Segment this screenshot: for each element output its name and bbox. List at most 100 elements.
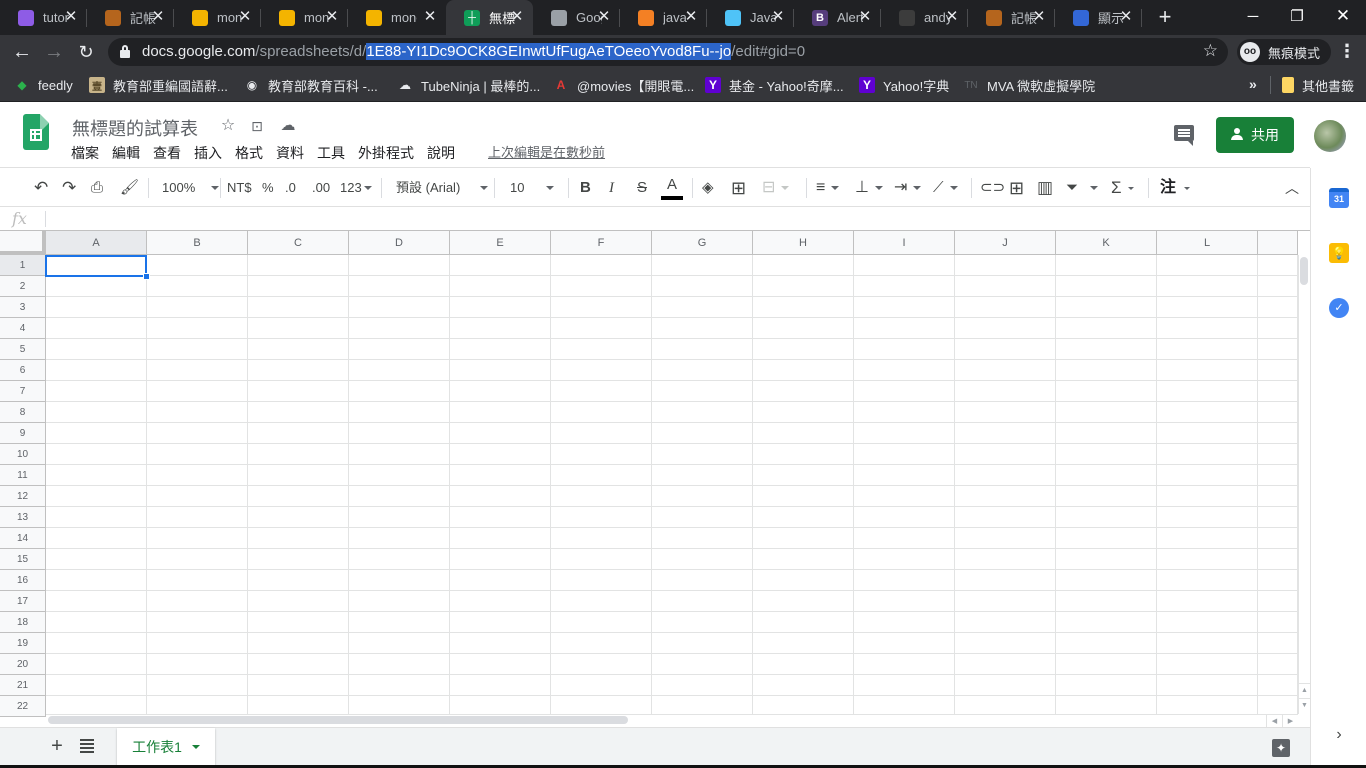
cell-L10[interactable] [1157,444,1258,465]
cell-filler[interactable] [1258,465,1298,486]
cell-H4[interactable] [753,318,854,339]
cell-C15[interactable] [248,549,349,570]
cell-I6[interactable] [854,360,955,381]
browser-tab[interactable]: 記帳 ✕ [968,0,1055,35]
cell-L21[interactable] [1157,675,1258,696]
cell-F10[interactable] [551,444,652,465]
cell-K16[interactable] [1056,570,1157,591]
cell-D7[interactable] [349,381,450,402]
cell-K9[interactable] [1056,423,1157,444]
scroll-up-arrow[interactable]: ▲ [1298,683,1310,697]
font-size-select[interactable]: 10 [510,178,555,198]
insert-chart-icon[interactable]: ▥ [1037,178,1053,198]
borders-icon[interactable]: ⊞ [731,178,746,198]
cell-K13[interactable] [1056,507,1157,528]
cell-H20[interactable] [753,654,854,675]
column-header-h[interactable]: H [753,231,854,255]
text-color-button[interactable]: A [661,176,683,200]
row-header-21[interactable]: 21 [0,675,46,696]
cell-J12[interactable] [955,486,1056,507]
sheet-tab[interactable]: 工作表1 [117,728,215,766]
browser-tab[interactable]: Google✕ [533,0,620,35]
cell-I12[interactable] [854,486,955,507]
explore-icon[interactable]: ✦ [1272,739,1290,757]
cell-L17[interactable] [1157,591,1258,612]
cell-A19[interactable] [46,633,147,654]
cell-E7[interactable] [450,381,551,402]
cell-F18[interactable] [551,612,652,633]
cell-A17[interactable] [46,591,147,612]
cell-I20[interactable] [854,654,955,675]
cell-C13[interactable] [248,507,349,528]
menu-help[interactable]: 說明 [427,143,455,163]
cell-G13[interactable] [652,507,753,528]
column-header-d[interactable]: D [349,231,450,255]
bookmark-star-icon[interactable]: ☆ [1203,41,1218,61]
cell-L1[interactable] [1157,255,1258,276]
bookmarks-overflow-button[interactable]: » [1249,76,1257,92]
cell-B17[interactable] [147,591,248,612]
cell-C3[interactable] [248,297,349,318]
close-tab-icon[interactable]: ✕ [596,9,612,25]
cell-B10[interactable] [147,444,248,465]
cell-J1[interactable] [955,255,1056,276]
cell-H1[interactable] [753,255,854,276]
cell-J5[interactable] [955,339,1056,360]
cell-B16[interactable] [147,570,248,591]
cell-K6[interactable] [1056,360,1157,381]
cell-H3[interactable] [753,297,854,318]
cell-L4[interactable] [1157,318,1258,339]
cell-K12[interactable] [1056,486,1157,507]
bookmark-item[interactable]: ◆ feedly [14,76,72,94]
back-button[interactable]: ← [10,40,34,64]
cell-I17[interactable] [854,591,955,612]
close-tab-icon[interactable]: ✕ [63,9,79,25]
row-header-10[interactable]: 10 [0,444,46,465]
close-window-button[interactable]: ✕ [1320,0,1366,32]
cell-G19[interactable] [652,633,753,654]
merge-cells-icon[interactable]: ⊟ [762,178,790,198]
cell-D4[interactable] [349,318,450,339]
cell-D5[interactable] [349,339,450,360]
document-title[interactable]: 無標題的試算表 [72,115,198,141]
cell-K8[interactable] [1056,402,1157,423]
insert-comment-icon[interactable]: ⊞ [1009,178,1024,198]
cell-E5[interactable] [450,339,551,360]
cell-B8[interactable] [147,402,248,423]
column-header-k[interactable]: K [1056,231,1157,255]
row-header-6[interactable]: 6 [0,360,46,381]
browser-tab[interactable]: money✕ [261,0,348,35]
cell-A7[interactable] [46,381,147,402]
cell-E14[interactable] [450,528,551,549]
cell-E2[interactable] [450,276,551,297]
cell-filler[interactable] [1258,423,1298,444]
column-header-b[interactable]: B [147,231,248,255]
menu-format[interactable]: 格式 [235,143,263,163]
cell-A16[interactable] [46,570,147,591]
format-currency-button[interactable]: NT$ [227,178,252,198]
row-header-3[interactable]: 3 [0,297,46,318]
cell-G12[interactable] [652,486,753,507]
reload-button[interactable]: ↻ [74,40,98,64]
cell-filler[interactable] [1258,675,1298,696]
cell-D3[interactable] [349,297,450,318]
cell-L5[interactable] [1157,339,1258,360]
incognito-badge[interactable]: oo 無痕模式 [1237,39,1331,65]
row-header-9[interactable]: 9 [0,423,46,444]
cell-F11[interactable] [551,465,652,486]
row-header-1[interactable]: 1 [0,255,46,276]
cell-F15[interactable] [551,549,652,570]
vertical-scroll-thumb[interactable] [1300,257,1308,285]
cell-F8[interactable] [551,402,652,423]
formula-input[interactable] [52,207,1302,230]
close-tab-icon[interactable]: ✕ [324,9,340,25]
cell-H7[interactable] [753,381,854,402]
cell-D1[interactable] [349,255,450,276]
cell-G16[interactable] [652,570,753,591]
bookmark-item[interactable]: A @movies【開眼電... [553,76,695,94]
sheet-tab-menu-caret[interactable] [191,745,200,749]
cell-H14[interactable] [753,528,854,549]
cell-A13[interactable] [46,507,147,528]
cell-J18[interactable] [955,612,1056,633]
cell-L19[interactable] [1157,633,1258,654]
